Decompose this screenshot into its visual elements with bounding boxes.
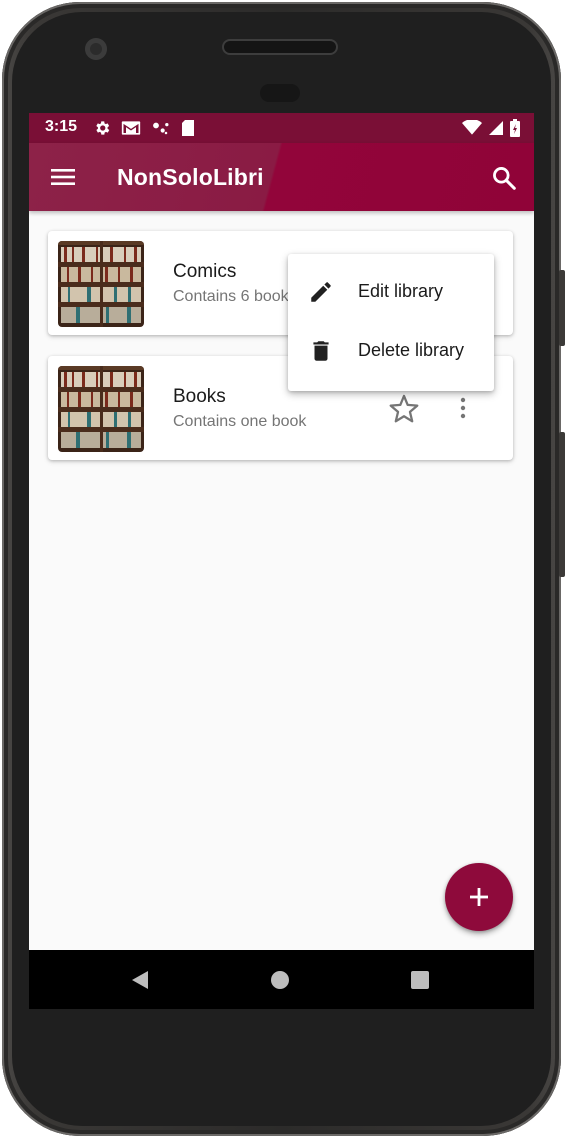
- menu-item-label: Delete library: [358, 340, 465, 360]
- home-icon[interactable]: [271, 971, 289, 989]
- menu-item-label: Edit library: [358, 281, 444, 301]
- power-button: [559, 270, 565, 346]
- menu-item-edit-library[interactable]: Edit library: [288, 263, 494, 321]
- menu-item-delete-library[interactable]: Delete library: [288, 322, 494, 380]
- gmail-icon: [121, 121, 141, 135]
- library-subtitle: Contains 6 books: [173, 288, 297, 305]
- library-title: Books: [173, 386, 226, 407]
- front-camera: [85, 38, 107, 60]
- volume-button: [559, 432, 565, 577]
- status-bar: 3:15: [29, 113, 534, 143]
- earpiece-speaker: [224, 41, 336, 53]
- app-bar: NonSoloLibri: [29, 143, 534, 211]
- wifi-icon: [462, 120, 482, 135]
- pencil-icon: [311, 282, 331, 302]
- sd-card-icon: [182, 120, 194, 136]
- gear-icon: [96, 121, 110, 135]
- battery-icon: [510, 119, 520, 137]
- system-nav-bar: [29, 950, 534, 1009]
- screen: 3:15 NonSoloLibri Comics Contains 6 book…: [29, 113, 534, 1009]
- library-subtitle: Contains one book: [173, 413, 307, 430]
- hamburger-menu-icon[interactable]: [51, 167, 75, 187]
- assistant-icon: [153, 122, 169, 135]
- star-outline-icon[interactable]: [387, 392, 421, 426]
- signal-icon: [489, 121, 503, 135]
- search-icon[interactable]: [491, 165, 517, 191]
- add-library-button[interactable]: [445, 863, 513, 931]
- back-icon[interactable]: [130, 970, 150, 990]
- more-vert-icon[interactable]: [453, 396, 473, 420]
- status-time: 3:15: [45, 118, 78, 135]
- library-thumbnail: [58, 366, 144, 452]
- library-thumbnail: [58, 241, 144, 327]
- plus-icon: [470, 888, 488, 906]
- library-title: Comics: [173, 261, 237, 282]
- recents-icon[interactable]: [411, 971, 429, 989]
- app-title: NonSoloLibri: [117, 164, 264, 190]
- proximity-sensor: [260, 84, 300, 102]
- trash-icon: [313, 341, 329, 361]
- library-context-menu: Edit library Delete library: [288, 254, 494, 391]
